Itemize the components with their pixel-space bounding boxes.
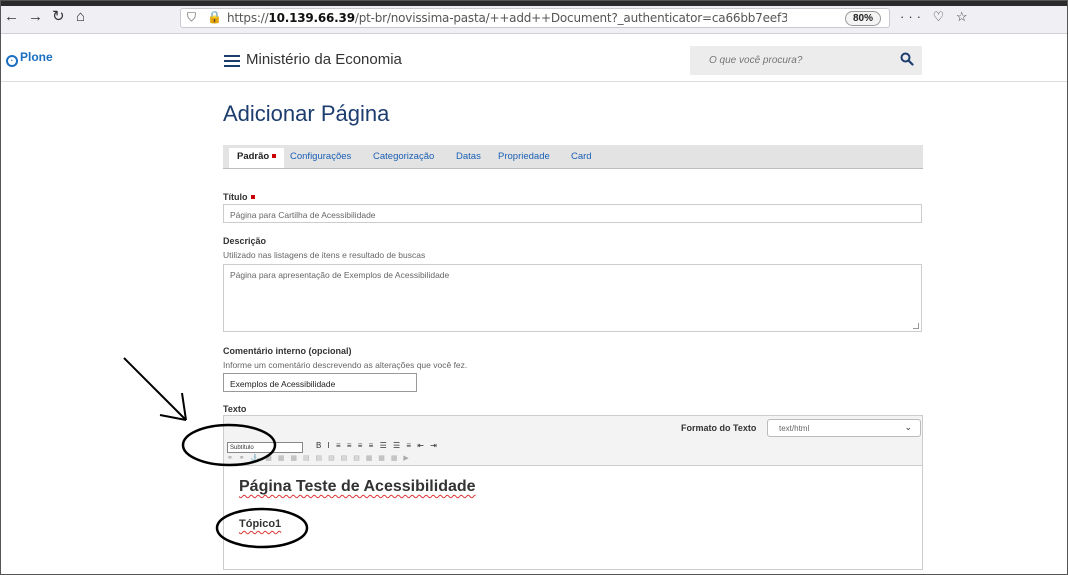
plone-logo-icon: · <box>6 55 18 67</box>
comment-label: Comentário interno (opcional) <box>223 346 352 356</box>
tab-card[interactable]: Card <box>571 151 592 162</box>
text-label: Texto <box>223 404 247 414</box>
shield-icon[interactable]: ⛉ <box>187 10 196 25</box>
tab-propriedade[interactable]: Propriedade <box>498 151 550 162</box>
browser-toolbar: ← → ↻ ⌂ ⛉ 🔒 https://10.139.66.39/pt-br/n… <box>0 0 1068 34</box>
required-marker <box>250 195 255 199</box>
search-box <box>690 46 922 75</box>
comment-input[interactable]: Exemplos de Acessibilidade <box>223 373 417 392</box>
browser-top-line <box>0 0 1068 6</box>
comment-help: Informe um comentário descrevendo as alt… <box>223 360 468 370</box>
zoom-level[interactable]: 80% <box>844 11 881 26</box>
text-format-select[interactable]: text/html ⌄ <box>767 419 921 437</box>
home-icon[interactable]: ⌂ <box>76 8 85 26</box>
paragraph-style-select[interactable]: Subtítulo <box>227 442 303 453</box>
lock-icon[interactable]: 🔒 <box>207 10 222 24</box>
description-textarea[interactable]: Página para apresentação de Exemplos de … <box>223 264 922 332</box>
url-text[interactable]: https://10.139.66.39/pt-br/novissima-pas… <box>227 11 787 25</box>
forward-icon[interactable]: → <box>28 8 43 26</box>
tab-configuracoes[interactable]: Configurações <box>290 151 351 162</box>
insert-buttons[interactable]: ⚭ ⚭ ⚓ ▦ ▦ ▦ ▤ ▤ ▤ ▤ ▤ ▦ ▦ ▦ ▶ <box>227 454 411 462</box>
rich-text-editor: Formato do Texto text/html ⌄ Subtítulo B… <box>223 415 923 570</box>
site-title[interactable]: Ministério da Economia <box>246 51 402 68</box>
title-label: Título <box>223 192 255 202</box>
chevron-down-icon: ⌄ <box>904 422 912 432</box>
reload-icon[interactable]: ↻ <box>52 8 65 26</box>
url-bar[interactable]: ⛉ 🔒 https://10.139.66.39/pt-br/novissima… <box>180 8 890 28</box>
text-format-label: Formato do Texto <box>681 423 757 433</box>
description-value: Página para apresentação de Exemplos de … <box>230 270 450 280</box>
plone-logo[interactable]: · Plone <box>6 50 53 67</box>
search-icon[interactable] <box>900 52 914 66</box>
tab-padrao[interactable]: Padrão <box>229 148 285 168</box>
formatting-buttons[interactable]: B I ≡ ≡ ≡ ≡ ☰ ☰ ≡ ⇤ ⇥ <box>316 441 439 450</box>
hamburger-menu-icon[interactable] <box>224 55 240 67</box>
browser-menu-icons[interactable]: ··· ♡ ☆ <box>900 9 972 25</box>
page-title: Adicionar Página <box>223 101 390 126</box>
back-icon[interactable]: ← <box>4 8 19 26</box>
tab-bar: Padrão Configurações Categorização Datas… <box>223 145 923 169</box>
text-format-value: text/html <box>779 424 810 433</box>
editor-heading[interactable]: Página Teste de Acessibilidade <box>239 478 476 496</box>
description-help: Utilizado nas listagens de itens e resul… <box>223 250 426 260</box>
annotation-arrow <box>123 357 187 421</box>
search-input[interactable] <box>690 46 890 75</box>
tab-categorizacao[interactable]: Categorização <box>373 151 434 162</box>
tab-datas[interactable]: Datas <box>456 151 481 162</box>
editor-toolbar: Formato do Texto text/html ⌄ Subtítulo B… <box>224 416 922 466</box>
title-input[interactable]: Página para Cartilha de Acessibilidade <box>223 204 922 223</box>
description-label: Descrição <box>223 236 267 246</box>
editor-subheading[interactable]: Tópico1 <box>239 518 281 530</box>
resize-handle[interactable] <box>913 323 919 329</box>
required-marker <box>272 154 277 158</box>
